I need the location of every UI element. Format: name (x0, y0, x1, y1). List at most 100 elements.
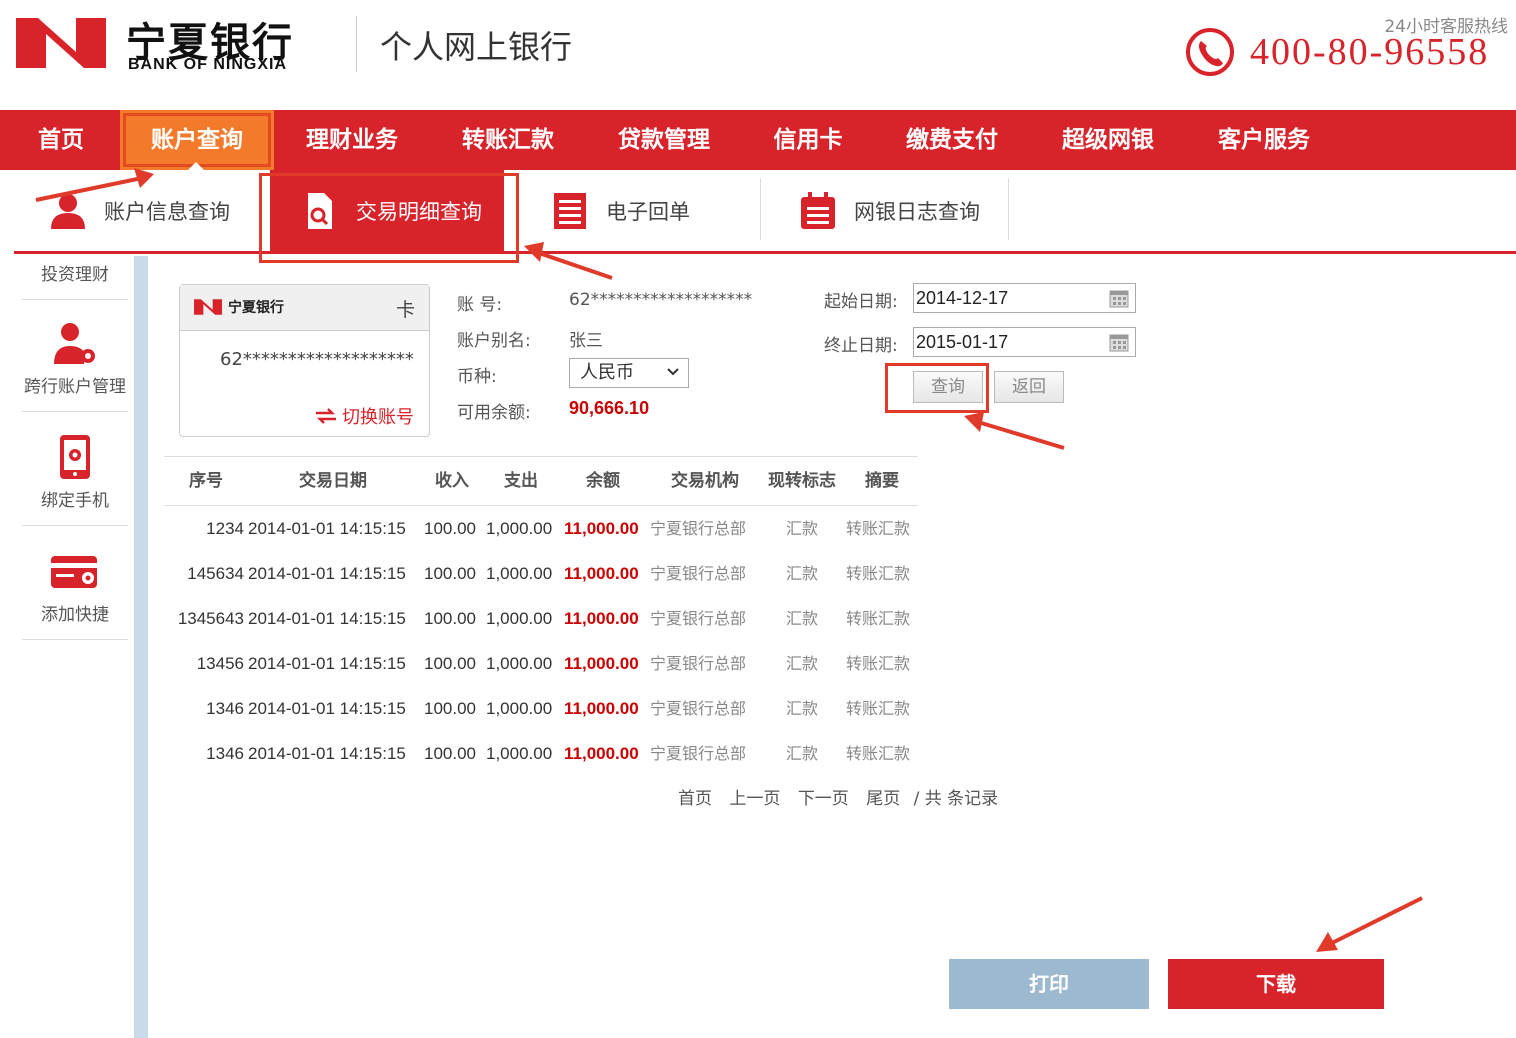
sidebar-item-bind-mobile[interactable]: 绑定手机 (22, 434, 128, 526)
cell-date: 2014-01-01 14:15:15 (248, 699, 406, 718)
cell-balance: 11,000.00 (564, 699, 639, 718)
nav-item-super-ebank[interactable]: 超级网银 (1038, 110, 1178, 170)
column-header: 交易机构 (671, 471, 739, 491)
sidebar-item-label: 跨行账户管理 (24, 377, 126, 397)
card-header: 宁夏银行 卡 (180, 285, 429, 331)
chevron-down-icon (667, 368, 679, 376)
account-number-value: 62******************* (569, 290, 753, 310)
pager-prev[interactable]: 上一页 (729, 789, 780, 809)
phone-icon (1186, 28, 1234, 76)
cell-seq: 1234 (206, 519, 244, 538)
cell-expense: 1,000.00 (486, 699, 553, 718)
currency-selected: 人民币 (580, 362, 634, 383)
end-date-input[interactable]: 2015-01-17 (913, 327, 1136, 357)
subnav-separator (1008, 178, 1009, 240)
column-header: 余额 (586, 471, 620, 491)
cell-branch: 宁夏银行总部 (650, 519, 747, 538)
nav-item-loan[interactable]: 贷款管理 (594, 110, 734, 170)
cell-summary: 转账汇款 (846, 609, 911, 628)
subnav-item-e-receipt[interactable]: 电子回单 (550, 170, 750, 252)
column-header: 序号 (189, 471, 223, 491)
nav-item-account-query[interactable]: 账户查询 (120, 110, 274, 170)
cell-summary: 转账汇款 (846, 654, 911, 673)
table-header: 序号 交易日期 收入 支出 余额 交易机构 现转标志 摘要 (164, 456, 918, 506)
end-date-label: 终止日期: (824, 336, 898, 356)
cell-income: 100.00 (424, 564, 476, 583)
account-number-label: 账 号: (457, 295, 503, 315)
pager-last[interactable]: 尾页 (866, 789, 900, 809)
cell-expense: 1,000.00 (486, 519, 553, 538)
download-button[interactable]: 下载 (1168, 959, 1384, 1009)
card-bank-name: 宁夏银行 (228, 300, 284, 316)
nav-item-customer-service[interactable]: 客户服务 (1194, 110, 1334, 170)
cell-date: 2014-01-01 14:15:15 (248, 564, 406, 583)
start-date-value: 2014-12-17 (916, 288, 1009, 308)
cell-date: 2014-01-01 14:15:15 (248, 609, 406, 628)
cell-cash-flag: 汇款 (785, 699, 818, 718)
receipt-icon (554, 193, 586, 229)
card-tag: 卡 (395, 299, 415, 321)
cell-expense: 1,000.00 (486, 609, 553, 628)
pager-total: / 共 条记录 (913, 789, 999, 809)
cell-summary: 转账汇款 (846, 699, 911, 718)
annotation-arrow-icon (1316, 896, 1423, 952)
switch-account-label: 切换账号 (342, 407, 414, 428)
nav-item-wealth[interactable]: 理财业务 (282, 110, 422, 170)
sidebar-item-interbank-accounts[interactable]: 跨行账户管理 (22, 320, 128, 412)
main-nav: 首页 账户查询 理财业务 转账汇款 贷款管理 信用卡 缴费支付 超级网银 客户服… (0, 110, 1516, 170)
balance-label: 可用余额: (457, 403, 531, 423)
highlight-box-query (885, 363, 989, 413)
nav-item-home[interactable]: 首页 (0, 110, 122, 170)
nav-item-credit-card[interactable]: 信用卡 (752, 110, 864, 170)
user-icon (51, 194, 85, 229)
cell-expense: 1,000.00 (486, 564, 553, 583)
sidebar-item-add-shortcut[interactable]: 添加快捷 (22, 548, 128, 640)
cell-income: 100.00 (424, 519, 476, 538)
cell-seq: 1346 (206, 699, 244, 718)
left-sidebar: 投资理财 跨行账户管理 绑定手机 添加快捷 (14, 256, 148, 1038)
subnav-item-account-info[interactable]: 账户信息查询 (48, 170, 268, 252)
switch-account-link[interactable]: 切换账号 (314, 403, 414, 429)
mobile-icon (60, 435, 90, 479)
column-header: 交易日期 (299, 471, 367, 491)
calendar-icon[interactable] (1109, 332, 1129, 352)
cell-seq: 13456 (196, 654, 244, 673)
subnav-separator (760, 178, 761, 240)
start-date-label: 起始日期: (824, 292, 898, 312)
subnav-item-ebank-log[interactable]: 网银日志查询 (798, 170, 1020, 252)
cell-branch: 宁夏银行总部 (650, 654, 747, 673)
cell-expense: 1,000.00 (486, 654, 553, 673)
sidebar-item-label: 投资理财 (41, 265, 109, 285)
sub-nav: 账户信息查询 交易明细查询 电子回单 网银日志查询 (14, 170, 1516, 254)
print-button[interactable]: 打印 (949, 959, 1149, 1009)
highlight-box-subnav (259, 173, 519, 263)
nav-item-payment[interactable]: 缴费支付 (882, 110, 1022, 170)
start-date-input[interactable]: 2014-12-17 (913, 283, 1136, 313)
currency-select[interactable]: 人民币 (569, 358, 689, 388)
cell-balance: 11,000.00 (564, 654, 639, 673)
cell-summary: 转账汇款 (846, 744, 911, 763)
calendar-list-icon (801, 192, 835, 229)
cell-date: 2014-01-01 14:15:15 (248, 654, 406, 673)
column-header: 摘要 (865, 471, 899, 491)
account-alias-value: 张三 (569, 331, 603, 351)
sidebar-item-investment[interactable]: 投资理财 (22, 260, 128, 300)
nav-item-transfer[interactable]: 转账汇款 (438, 110, 578, 170)
sidebar-item-label: 绑定手机 (41, 491, 109, 511)
table-row: 1234 2014-01-01 14:15:15 100.00 1,000.00 11,… (164, 506, 918, 551)
pager-next[interactable]: 下一页 (798, 789, 849, 809)
table-row: 1346 2014-01-01 14:15:15 100.00 1,000.00 11,… (164, 686, 918, 731)
back-button[interactable]: 返回 (994, 371, 1064, 403)
cell-branch: 宁夏银行总部 (650, 609, 747, 628)
sidebar-stripe (134, 256, 148, 1038)
cell-cash-flag: 汇款 (785, 654, 818, 673)
cell-balance: 11,000.00 (564, 744, 639, 763)
subnav-label: 电子回单 (606, 200, 690, 224)
cell-seq: 1345643 (177, 609, 244, 628)
cell-income: 100.00 (424, 699, 476, 718)
pagination: 首页 上一页 下一页 尾页 / 共 条记录 (678, 784, 998, 809)
pager-first[interactable]: 首页 (678, 789, 712, 809)
bank-name-en: BANK OF NINGXIA (128, 56, 287, 73)
column-header: 支出 (504, 471, 538, 491)
calendar-icon[interactable] (1109, 288, 1129, 308)
